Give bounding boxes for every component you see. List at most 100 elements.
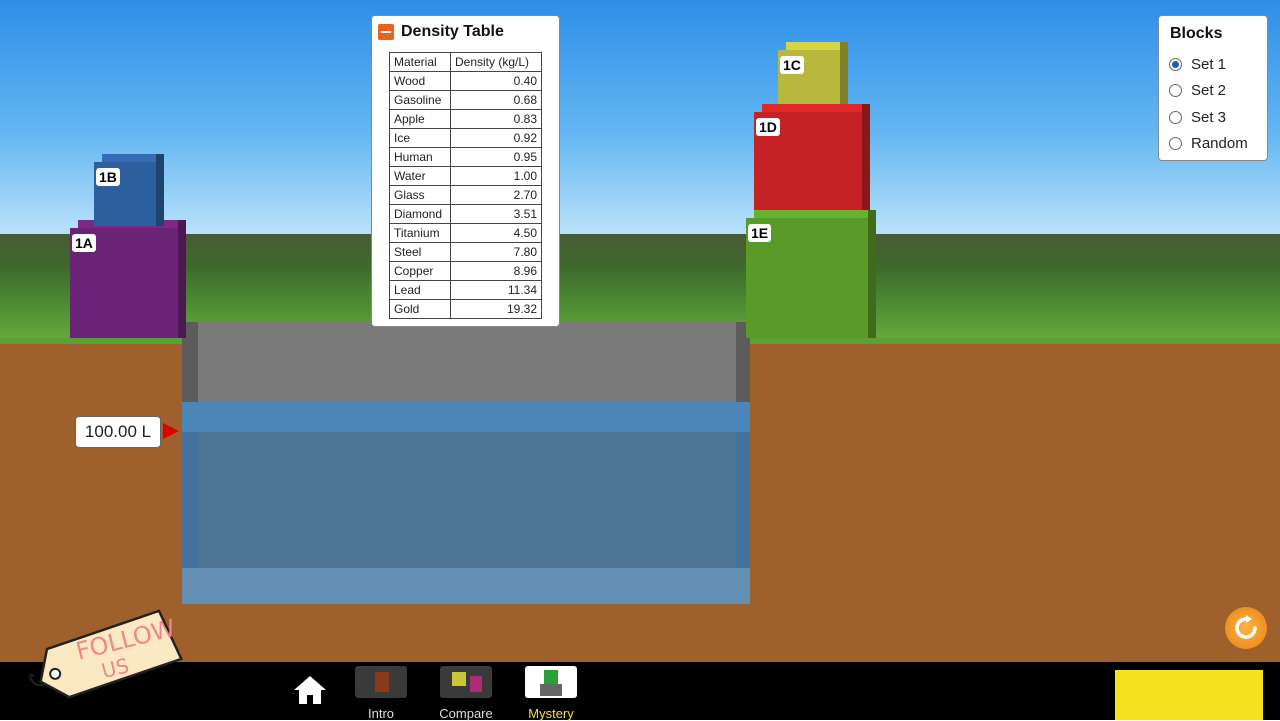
table-row: Human 0.95 (389, 147, 542, 167)
radio-set-3[interactable]: Set 3 (1169, 109, 1226, 126)
radio-button-icon[interactable] (1169, 84, 1182, 97)
block-1c-top (786, 42, 848, 50)
nav-screen-compare[interactable]: Compare (437, 664, 495, 721)
radio-set-1[interactable]: Set 1 (1169, 56, 1226, 73)
column-header-density: Density (kg/L) (450, 52, 542, 72)
density-table-header: Density Table (378, 21, 504, 43)
block-1c-side (840, 42, 848, 110)
table-row: Ice 0.92 (389, 128, 542, 148)
nav-label-compare: Compare (439, 706, 493, 721)
yellow-overlay-box (1115, 670, 1263, 720)
block-1b-side (156, 154, 164, 226)
density-cell: 8.96 (450, 261, 542, 281)
compare-thumbnail (440, 666, 492, 698)
density-cell: 0.92 (450, 128, 542, 148)
blocks-panel-title: Blocks (1170, 25, 1223, 42)
reset-button[interactable] (1225, 607, 1267, 649)
material-cell: Gasoline (389, 90, 451, 110)
nav-label-mystery: Mystery (528, 706, 574, 721)
block-1d[interactable]: 1D (754, 104, 870, 218)
table-row: Gold 19.32 (389, 299, 542, 319)
block-1a[interactable]: 1A (70, 220, 186, 338)
table-row: Lead 11.34 (389, 280, 542, 300)
material-cell: Human (389, 147, 451, 167)
density-table-panel: Density Table Material Density (kg/L) Wo… (371, 15, 560, 327)
material-cell: Diamond (389, 204, 451, 224)
material-cell: Water (389, 166, 451, 186)
mystery-thumbnail (525, 666, 577, 698)
block-1d-label: 1D (756, 118, 780, 136)
block-1b-label: 1B (96, 168, 120, 186)
table-row: Water 1.00 (389, 166, 542, 186)
density-cell: 7.80 (450, 242, 542, 262)
density-cell: 4.50 (450, 223, 542, 243)
material-cell: Copper (389, 261, 451, 281)
reset-icon (1235, 615, 1257, 639)
density-table-title: Density Table (401, 23, 504, 40)
radio-label: Random (1191, 135, 1248, 152)
home-button[interactable] (290, 672, 330, 708)
water-body (198, 432, 736, 572)
material-cell: Ice (389, 128, 451, 148)
material-cell: Gold (389, 299, 451, 319)
block-1c-label: 1C (780, 56, 804, 74)
radio-set-2[interactable]: Set 2 (1169, 82, 1226, 99)
home-icon (294, 676, 326, 704)
block-1e-side (868, 210, 876, 338)
navigation-bar (0, 662, 1280, 720)
water-volume-readout: 100.00 L (75, 416, 161, 448)
block-1a-label: 1A (72, 234, 96, 252)
density-cell: 11.34 (450, 280, 542, 300)
block-1d-side (862, 104, 870, 218)
table-row: Gasoline 0.68 (389, 90, 542, 110)
block-1b-top (102, 154, 164, 162)
block-1a-side (178, 220, 186, 338)
block-1e-top (754, 210, 876, 218)
table-row: Apple 0.83 (389, 109, 542, 129)
density-cell: 19.32 (450, 299, 542, 319)
water-level-arrow-icon (163, 423, 179, 439)
nav-screen-intro[interactable]: Intro (352, 664, 410, 721)
radio-label: Set 1 (1191, 56, 1227, 73)
density-cell: 0.40 (450, 71, 542, 91)
blocks-set-panel: Blocks Set 1 Set 2 Set 3 Random (1158, 15, 1268, 161)
collapse-minus-icon[interactable] (378, 24, 394, 40)
density-cell: 1.00 (450, 166, 542, 186)
material-cell: Titanium (389, 223, 451, 243)
water-surface (182, 402, 750, 434)
material-cell: Steel (389, 242, 451, 262)
density-table: Material Density (kg/L) Wood 0.40 Gasoline… (389, 52, 542, 319)
density-table-header-row: Material Density (kg/L) (389, 52, 542, 72)
material-cell: Apple (389, 109, 451, 129)
density-cell: 0.95 (450, 147, 542, 167)
material-cell: Lead (389, 280, 451, 300)
radio-label: Set 3 (1191, 109, 1227, 126)
radio-button-icon[interactable] (1169, 58, 1182, 71)
material-cell: Glass (389, 185, 451, 205)
block-1b[interactable]: 1B (94, 154, 164, 226)
sky-background (0, 0, 1280, 240)
density-cell: 0.83 (450, 109, 542, 129)
nav-label-intro: Intro (367, 706, 394, 721)
material-cell: Wood (389, 71, 451, 91)
radio-random[interactable]: Random (1169, 135, 1248, 152)
follow-us-tag: FOLLOW US (28, 606, 192, 702)
block-1d-top (762, 104, 870, 112)
intro-thumbnail (355, 666, 407, 698)
table-row: Glass 2.70 (389, 185, 542, 205)
table-row: Wood 0.40 (389, 71, 542, 91)
table-row: Copper 8.96 (389, 261, 542, 281)
density-cell: 3.51 (450, 204, 542, 224)
column-header-material: Material (389, 52, 451, 72)
block-1e-label: 1E (748, 224, 772, 242)
block-1e[interactable]: 1E (746, 210, 876, 338)
density-cell: 2.70 (450, 185, 542, 205)
follow-us-tag-icon: FOLLOW US (29, 609, 184, 699)
water-bottom-face (182, 568, 750, 604)
nav-screen-mystery[interactable]: Mystery (522, 664, 580, 721)
table-row: Steel 7.80 (389, 242, 542, 262)
density-cell: 0.68 (450, 90, 542, 110)
radio-button-icon[interactable] (1169, 111, 1182, 124)
radio-button-icon[interactable] (1169, 137, 1182, 150)
block-1c[interactable]: 1C (778, 42, 848, 110)
